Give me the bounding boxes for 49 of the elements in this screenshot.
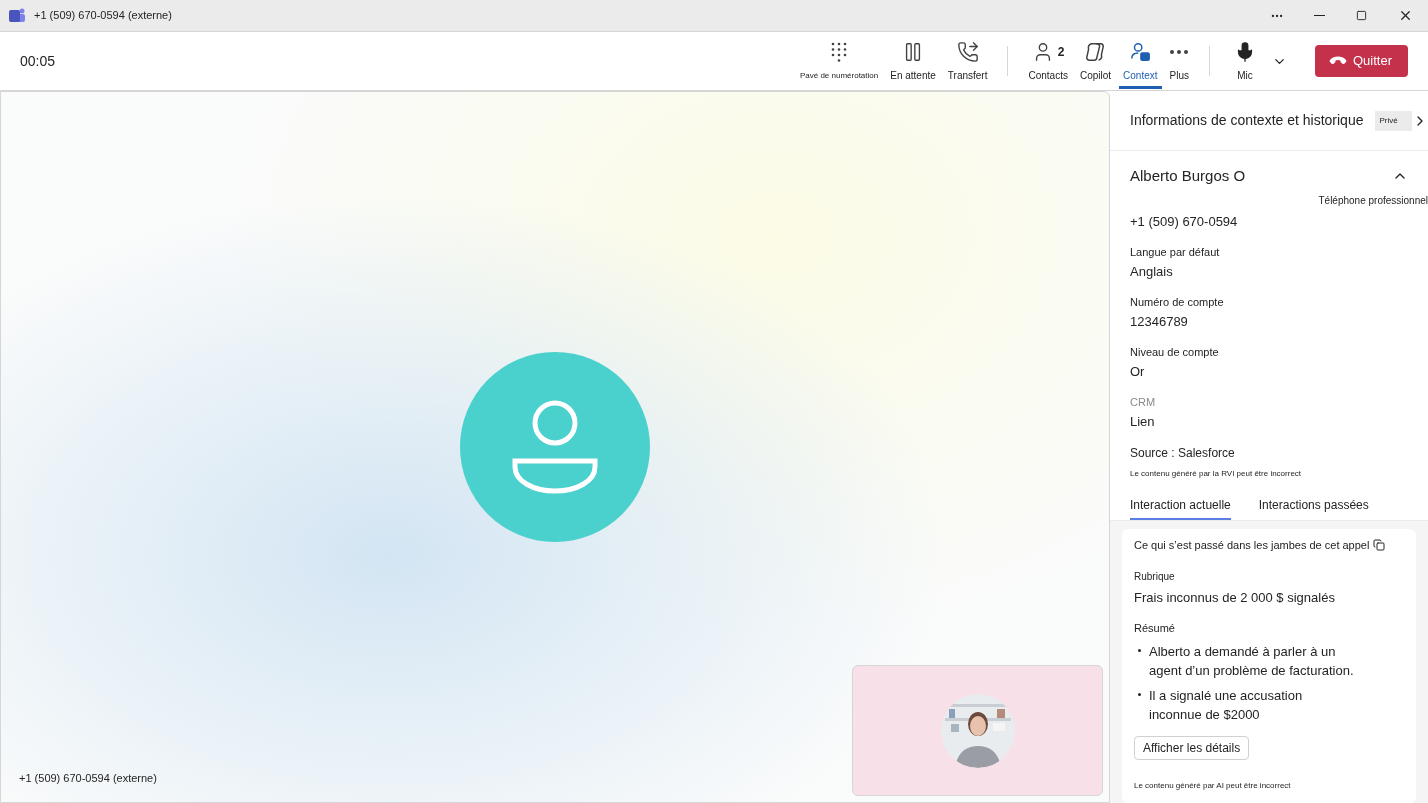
field-label: Rubrique [1134,570,1176,584]
window-title: +1 (509) 670-0594 (externe) [34,8,172,24]
field-value: Anglais [1130,263,1174,281]
field-value: 12346789 [1130,313,1189,331]
field-label: Résumé [1134,620,1176,636]
toolbar-button[interactable]: Transfert [943,33,992,89]
topic-text: Frais inconnus de 2 000 $ signalés [1134,589,1336,607]
details-button[interactable]: Afficher les détails [1134,736,1250,760]
field-label: Niveau de compte [1130,344,1220,360]
summary-point: Alberto a demandé à parler à un agent d’un problème de facturation. [1149,643,1355,680]
source-text: Source : Salesforce [1130,444,1236,462]
toolbar-button[interactable]: 2 Contacts [1024,33,1072,89]
phone-forward-icon [956,41,979,63]
field-value: Lien [1130,413,1156,431]
minimize-icon [1313,15,1325,16]
bullet-icon [1138,649,1141,652]
field-value: Or [1130,363,1146,381]
leave-button[interactable]: Quitter [1315,45,1408,77]
field-label: Numéro de compte [1130,294,1225,310]
contacts-count: 2 [1057,44,1065,61]
toolbar-button[interactable]: Copilot [1075,33,1116,89]
tab[interactable]: Interactions passées [1258,495,1369,520]
maximize-icon [1355,10,1367,21]
field-label: CRM [1130,394,1157,410]
call-timer: 00:05 [20,51,56,71]
more-icon [1170,50,1189,54]
contact-name: Alberto Burgos O [1130,165,1246,186]
privacy-badge: Privé [1375,110,1412,131]
contact-card-icon [1129,41,1152,63]
app-logo-icon [8,6,26,25]
toolbar-button[interactable]: Pavé de numérotation [795,33,883,89]
disclaimer: Le contenu généré par AI peut être incorrect [1134,780,1292,792]
copilot-icon [1084,41,1107,63]
field-label: Langue par défaut [1130,244,1221,260]
phone-type: Téléphone professionnel [1318,194,1428,208]
toolbar-button[interactable]: En attente [886,33,940,89]
panel-title: Informations de contexte et historique [1130,111,1364,130]
person-icon [510,399,600,495]
disclaimer: Le contenu généré par la RVI peut être incorrect [1130,467,1303,480]
summary-point: Il a signalé une accusation inconnue de $2000 [1149,687,1304,724]
summary-heading: Ce qui s’est passé dans les jambes de cet appel [1134,537,1370,553]
contact-phone: +1 (509) 670-0594 [1130,213,1239,231]
caller-label: +1 (509) 670-0594 (externe) [19,770,157,786]
tab[interactable]: Interaction actuelle [1130,495,1231,520]
bullet-icon [1138,693,1141,696]
toolbar-button[interactable]: Plus [1165,33,1193,89]
mic-button[interactable]: Mic [1226,33,1264,89]
toolbar-button[interactable]: Context [1119,33,1162,89]
copy-icon [1373,538,1386,551]
